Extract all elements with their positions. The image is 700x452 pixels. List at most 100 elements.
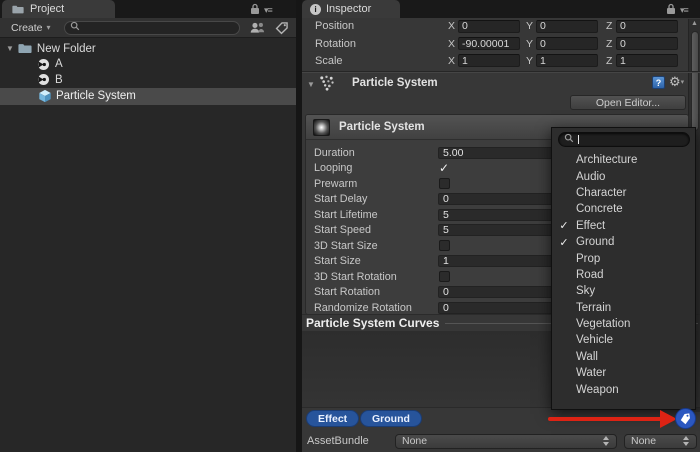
label-item-architecture[interactable]: Architecture (552, 152, 695, 168)
axis-x-label: X (448, 55, 455, 67)
scale-y-field[interactable] (536, 54, 598, 67)
project-search[interactable] (64, 21, 240, 35)
lock-icon[interactable] (250, 3, 260, 18)
open-editor-button[interactable]: Open Editor... (570, 95, 686, 110)
tab-inspector[interactable]: i Inspector (302, 0, 400, 18)
assetbundle-variant-dropdown[interactable]: None (624, 434, 697, 449)
position-y-field[interactable] (536, 20, 598, 33)
unity-asset-icon (36, 57, 51, 71)
lock-icon[interactable] (666, 3, 676, 18)
help-icon[interactable]: ? (652, 76, 665, 89)
particle-system-component-header[interactable]: ▼ Particle System ? ⚙ ▾ (302, 74, 700, 94)
inspector-tab-strip: i Inspector ▾≡ (302, 0, 700, 18)
label-item-water[interactable]: Water (552, 365, 695, 381)
asset-label-pill-ground[interactable]: Ground (360, 410, 422, 427)
label-item-weapon[interactable]: Weapon (552, 381, 695, 397)
unity-asset-icon (36, 73, 51, 87)
axis-y-label: Y (526, 20, 533, 32)
tree-item-b[interactable]: B (0, 72, 296, 88)
asset-label-tag-button[interactable] (675, 408, 696, 429)
create-button-label: Create (11, 22, 43, 34)
panel-menu-icon[interactable]: ▾≡ (264, 5, 272, 16)
gear-icon: ⚙ (669, 75, 681, 88)
property-label: Randomize Rotation (314, 302, 412, 314)
particle-preview-icon (313, 119, 330, 136)
rotation-x-field[interactable] (458, 37, 520, 50)
project-search-input[interactable] (80, 22, 239, 34)
project-tab-label: Project (30, 3, 64, 15)
prefab-cube-icon (37, 89, 52, 103)
looping-checkbox-checked[interactable]: ✓ (439, 161, 449, 175)
tree-item-particle-system[interactable]: Particle System (0, 88, 296, 105)
assetbundle-label: AssetBundle (307, 435, 369, 447)
label-item-vehicle[interactable]: Vehicle (552, 332, 695, 348)
tab-project[interactable]: Project (2, 0, 115, 18)
rotation-z-field[interactable] (616, 37, 678, 50)
property-label: Start Rotation (314, 286, 380, 298)
create-button[interactable]: Create ▾ (5, 20, 57, 35)
tree-item-label: A (55, 58, 63, 70)
tree-item-a[interactable]: A (0, 57, 296, 73)
component-title: Particle System (352, 77, 438, 89)
axis-x-label: X (448, 20, 455, 32)
assetbundle-dropdown[interactable]: None (395, 434, 617, 449)
label-search-input[interactable] (579, 134, 689, 146)
panel-menu-icon[interactable]: ▾≡ (680, 5, 688, 16)
property-label: Start Speed (314, 224, 371, 236)
project-toolbar: Create ▾ (0, 18, 296, 38)
project-tab-strip: Project ▾≡ (0, 0, 296, 18)
tag-icon (678, 411, 693, 426)
search-icon (564, 133, 574, 146)
field-label: Scale (315, 55, 343, 67)
label-item-terrain[interactable]: Terrain (552, 300, 695, 316)
scale-z-field[interactable] (616, 54, 678, 67)
check-icon: ✓ (552, 236, 576, 249)
label-item-audio[interactable]: Audio (552, 168, 695, 184)
property-label: Duration (314, 147, 355, 159)
label-item-character[interactable]: Character (552, 185, 695, 201)
tree-item-new-folder[interactable]: ▼ New Folder (0, 41, 296, 57)
annotation-arrow-line (548, 417, 662, 421)
assetbundle-row: AssetBundle None None (302, 430, 700, 452)
axis-z-label: Z (606, 38, 612, 50)
open-editor-label: Open Editor... (596, 97, 660, 109)
label-item-effect[interactable]: ✓Effect (552, 218, 695, 234)
3d-start-size-checkbox[interactable] (439, 240, 450, 251)
label-item-sky[interactable]: Sky (552, 283, 695, 299)
check-icon: ✓ (552, 219, 576, 232)
axis-y-label: Y (526, 55, 533, 67)
axis-z-label: Z (606, 20, 612, 32)
pill-label: Effect (318, 413, 347, 425)
property-label: 3D Start Size (314, 240, 378, 252)
inspector-tab-label: Inspector (326, 3, 371, 15)
particle-system-icon (318, 75, 335, 95)
component-gear-menu[interactable]: ⚙ ▾ (669, 75, 684, 88)
asset-label-pill-effect[interactable]: Effect (306, 410, 359, 427)
prewarm-checkbox[interactable] (439, 178, 450, 189)
favorites-filter-button[interactable] (246, 20, 270, 36)
folder-icon (18, 42, 33, 56)
label-item-vegetation[interactable]: Vegetation (552, 316, 695, 332)
pill-label: Ground (372, 413, 410, 425)
label-item-road[interactable]: Road (552, 267, 695, 283)
axis-x-label: X (448, 38, 455, 50)
component-foldout-icon[interactable]: ▼ (307, 80, 315, 89)
label-item-ground[interactable]: ✓Ground (552, 234, 695, 250)
popup-stepper-icon (603, 436, 610, 446)
label-item-prop[interactable]: Prop (552, 250, 695, 266)
scale-x-field[interactable] (458, 54, 520, 67)
position-z-field[interactable] (616, 20, 678, 33)
label-item-concrete[interactable]: Concrete (552, 201, 695, 217)
unity-editor-window: Project ▾≡ Create ▾ (0, 0, 700, 452)
property-label: Start Size (314, 255, 361, 267)
foldout-caret-icon[interactable]: ▼ (6, 44, 14, 53)
axis-z-label: Z (606, 55, 612, 67)
label-search[interactable] (558, 132, 690, 147)
labels-filter-button[interactable] (270, 20, 294, 36)
position-x-field[interactable] (458, 20, 520, 33)
property-label: 3D Start Rotation (314, 271, 397, 283)
rotation-y-field[interactable] (536, 37, 598, 50)
variant-value: None (631, 435, 683, 447)
3d-start-rotation-checkbox[interactable] (439, 271, 450, 282)
label-item-wall[interactable]: Wall (552, 349, 695, 365)
